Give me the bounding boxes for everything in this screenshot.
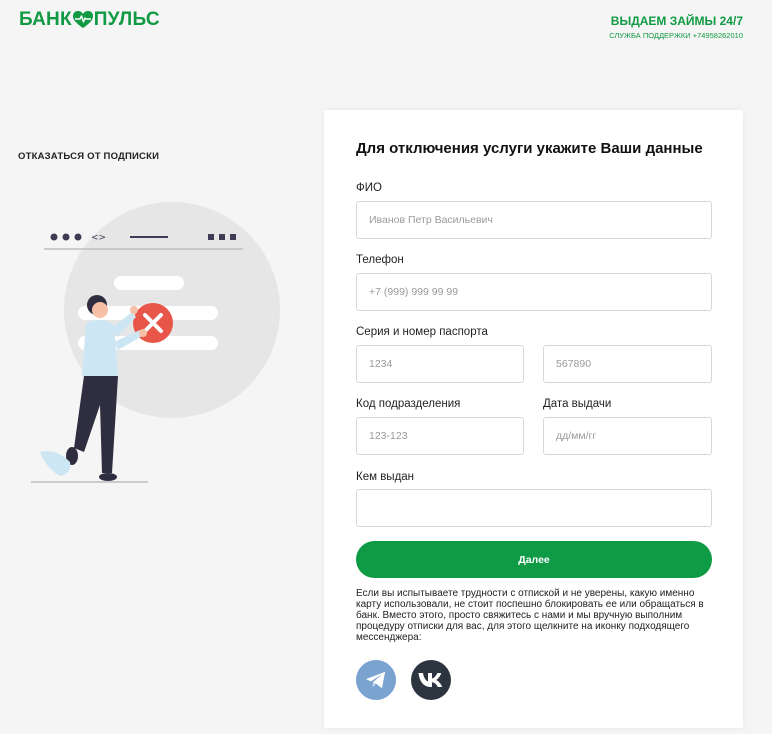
logo-text-bank: БАНК: [19, 9, 72, 30]
person-hand: [130, 306, 138, 314]
logo[interactable]: БАНК ПУЛЬС: [19, 9, 160, 31]
fio-input[interactable]: [356, 201, 712, 239]
logo-text-puls: ПУЛЬС: [93, 9, 160, 30]
division-code-label: Код подразделения: [356, 398, 461, 410]
passport-label: Серия и номер паспорта: [356, 326, 488, 338]
vk-button[interactable]: [411, 660, 451, 700]
code-brackets-icon: <>: [91, 233, 106, 243]
unsubscribe-link[interactable]: ОТКАЗАТЬСЯ ОТ ПОДПИСКИ: [18, 151, 159, 162]
person-face: [92, 302, 108, 318]
vk-icon: [418, 673, 443, 687]
form-title: Для отключения услуги укажите Ваши данны…: [356, 140, 703, 157]
notice-text: Если вы испытываете трудности с отпиской…: [356, 588, 704, 643]
browser-dot: [62, 233, 70, 241]
promo-text: ВЫДАЕМ ЗАЙМЫ 24/7: [610, 14, 743, 28]
issued-by-input[interactable]: [356, 489, 712, 527]
issue-date-label: Дата выдачи: [543, 398, 612, 410]
fio-label: ФИО: [356, 182, 382, 194]
browser-square: [208, 234, 214, 240]
heart-pulse-icon: [72, 11, 93, 28]
browser-dot: [74, 233, 82, 241]
unsubscribe-illustration: <>: [31, 202, 280, 483]
person-shoe: [99, 473, 117, 481]
header-info: ВЫДАЕМ ЗАЙМЫ 24/7 СЛУЖБА ПОДДЕРЖКИ +7495…: [609, 14, 743, 40]
telegram-button[interactable]: [356, 660, 396, 700]
person-hand: [139, 329, 147, 337]
content-bar: [114, 276, 184, 290]
unsubscribe-form-card: Для отключения услуги укажите Ваши данны…: [324, 110, 743, 728]
next-button[interactable]: Далее: [356, 541, 712, 578]
leaf-decoration: [40, 451, 71, 476]
phone-label: Телефон: [356, 254, 404, 266]
browser-square: [219, 234, 225, 240]
phone-input[interactable]: [356, 273, 712, 311]
passport-number-input[interactable]: [543, 345, 712, 383]
browser-dot: [50, 233, 58, 241]
division-code-input[interactable]: [356, 417, 524, 455]
browser-square: [230, 234, 236, 240]
issued-by-label: Кем выдан: [356, 471, 415, 483]
passport-series-input[interactable]: [356, 345, 524, 383]
issue-date-input[interactable]: [543, 417, 712, 455]
telegram-icon: [365, 671, 386, 689]
person-pants: [74, 376, 118, 473]
support-phone[interactable]: СЛУЖБА ПОДДЕРЖКИ +74958262010: [609, 31, 743, 40]
